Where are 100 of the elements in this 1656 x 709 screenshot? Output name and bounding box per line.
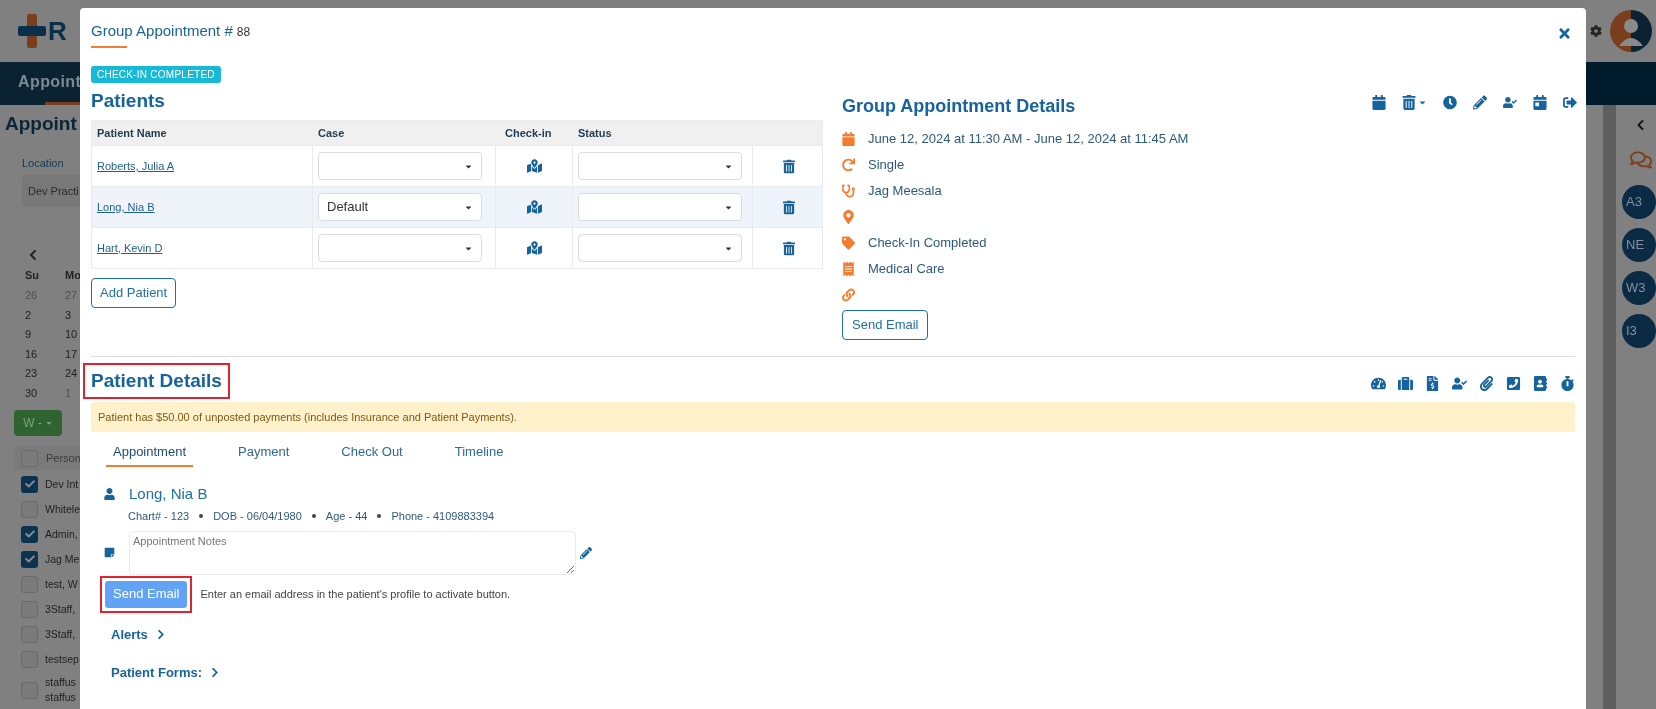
suitcase-icon[interactable] bbox=[1398, 376, 1413, 392]
close-icon[interactable] bbox=[1558, 26, 1571, 42]
calendar-day-icon[interactable] bbox=[1533, 94, 1547, 110]
notes-field[interactable]: Appointment Notes bbox=[129, 530, 576, 575]
detail-text: Single bbox=[868, 155, 905, 174]
location-label: Location bbox=[21, 155, 65, 171]
patient-fact: Phone - 4109883394 bbox=[391, 509, 495, 524]
dashboard-icon[interactable] bbox=[1371, 376, 1386, 392]
person-name: 3Staff, bbox=[45, 601, 77, 617]
chevron-icon bbox=[211, 667, 219, 679]
section-heading: Patient Details bbox=[83, 362, 230, 399]
check-icon bbox=[24, 479, 35, 489]
tab[interactable]: Check Out bbox=[334, 442, 410, 467]
stopwatch-icon[interactable] bbox=[1560, 376, 1575, 392]
map-icon[interactable] bbox=[526, 241, 542, 255]
alert-banner: Patient has $50.00 of unposted payments (includes Insurance and Patient Payments). bbox=[91, 402, 1575, 432]
avatar-initials[interactable]: I3 bbox=[1622, 314, 1656, 348]
status-badge: CHECK-IN COMPLETED bbox=[91, 65, 221, 83]
tab[interactable]: Appointment bbox=[106, 442, 193, 467]
calendar-icon[interactable] bbox=[1372, 94, 1386, 110]
delete-menu-button[interactable] bbox=[1402, 94, 1427, 110]
calendar-day[interactable]: 30 bbox=[20, 384, 60, 404]
avatar-initials[interactable]: NE bbox=[1622, 228, 1656, 262]
section-toggle[interactable]: Patient Forms: bbox=[111, 663, 219, 683]
settings-icon[interactable] bbox=[1590, 22, 1602, 40]
exit-icon[interactable] bbox=[1563, 94, 1577, 110]
tab[interactable]: Payment bbox=[231, 442, 297, 467]
checkbox[interactable] bbox=[21, 525, 38, 543]
link-icon bbox=[842, 287, 855, 302]
invoice-icon[interactable] bbox=[1425, 376, 1440, 392]
delete-icon[interactable] bbox=[782, 158, 795, 174]
patient-link[interactable]: Roberts, Julia A bbox=[97, 157, 175, 175]
calendar-day[interactable]: 2 bbox=[20, 306, 60, 326]
stethoscope-icon bbox=[842, 183, 855, 198]
check-icon bbox=[24, 529, 35, 539]
user-icon bbox=[104, 487, 115, 500]
paperclip-icon[interactable] bbox=[1479, 376, 1494, 392]
patient-link[interactable]: Hart, Kevin D bbox=[97, 239, 163, 257]
nav-tab[interactable]: Appoint bbox=[18, 70, 80, 94]
add-patient-button[interactable]: Add Patient bbox=[91, 278, 177, 308]
calendar-day[interactable]: 16 bbox=[20, 345, 60, 365]
avatar-initials[interactable]: A3 bbox=[1622, 185, 1656, 219]
section-heading: Group Appointment Details bbox=[842, 94, 1076, 118]
patient-fact: DOB - 06/04/1980 bbox=[213, 509, 302, 524]
section-heading: Patients bbox=[91, 88, 166, 113]
user-check-icon[interactable] bbox=[1452, 376, 1467, 392]
table-row[interactable]: Long, Nia B Default bbox=[92, 186, 822, 227]
receipt-icon bbox=[842, 261, 855, 276]
clock-icon[interactable] bbox=[1443, 94, 1457, 110]
patient-fact: Age - 44 bbox=[325, 509, 368, 524]
dropdown[interactable]: Default bbox=[318, 193, 482, 221]
calendar-day[interactable]: 23 bbox=[20, 365, 60, 385]
map-icon[interactable] bbox=[526, 159, 542, 173]
checkbox[interactable] bbox=[21, 550, 38, 568]
detail-text: June 12, 2024 at 11:30 AM - June 12, 2024 at 11:45 AM bbox=[868, 129, 1189, 148]
scrollbar[interactable] bbox=[1602, 105, 1616, 709]
calendar-icon bbox=[842, 131, 855, 146]
send-email-button[interactable]: Send Email bbox=[842, 309, 929, 340]
avatar-icon[interactable] bbox=[1610, 10, 1652, 52]
chevron-icon bbox=[156, 628, 165, 640]
map-pin-icon bbox=[842, 209, 855, 224]
note-icon bbox=[104, 547, 115, 558]
pencil-icon[interactable] bbox=[1473, 94, 1487, 110]
person-name: testsep bbox=[45, 651, 80, 667]
tab[interactable]: Timeline bbox=[447, 442, 511, 467]
weekday-label: Mo bbox=[64, 268, 82, 283]
column-label: Person bbox=[46, 450, 81, 466]
phone-icon[interactable] bbox=[1506, 376, 1521, 392]
user-check-icon[interactable] bbox=[1503, 94, 1517, 110]
detail-text: Jag Meesala bbox=[868, 181, 942, 200]
caret-icon bbox=[44, 419, 53, 427]
person-name: Dev Int bbox=[45, 476, 80, 492]
column-header: Check-in bbox=[504, 125, 553, 141]
delete-icon[interactable] bbox=[782, 240, 795, 256]
refresh-icon bbox=[842, 157, 855, 172]
logo-icon bbox=[18, 14, 46, 48]
section-toggle[interactable]: Alerts bbox=[111, 624, 165, 644]
patient-fact: Chart# - 123 bbox=[128, 509, 190, 524]
location-select[interactable]: Dev Practi bbox=[22, 175, 80, 207]
column-header: Patient Name bbox=[96, 125, 168, 141]
column-header: Status bbox=[577, 125, 613, 141]
patient-link[interactable]: Long, Nia B bbox=[97, 198, 155, 216]
person-name: 3Staff, bbox=[45, 626, 77, 642]
contact-book-icon[interactable] bbox=[1533, 376, 1548, 392]
person-name: Whitele bbox=[45, 501, 80, 517]
avatar-initials[interactable]: W3 bbox=[1622, 271, 1656, 305]
collapse-icon[interactable] bbox=[1636, 119, 1645, 131]
table-row[interactable]: Roberts, Julia A bbox=[92, 145, 822, 186]
weekday-label: Su bbox=[24, 268, 41, 283]
tag-icon bbox=[842, 235, 855, 250]
detail-text: Medical Care bbox=[868, 259, 945, 278]
hint-text: Enter an email address in the patient's profile to activate button. bbox=[200, 586, 511, 602]
delete-icon[interactable] bbox=[782, 199, 795, 215]
calendar-day[interactable]: 9 bbox=[20, 326, 60, 346]
patient-name: Long, Nia B bbox=[129, 483, 208, 504]
edit-icon[interactable] bbox=[580, 546, 592, 559]
table-row[interactable]: Hart, Kevin D bbox=[92, 227, 822, 268]
checkbox[interactable] bbox=[21, 475, 38, 493]
previous-icon[interactable] bbox=[28, 249, 38, 261]
map-icon[interactable] bbox=[526, 200, 542, 214]
